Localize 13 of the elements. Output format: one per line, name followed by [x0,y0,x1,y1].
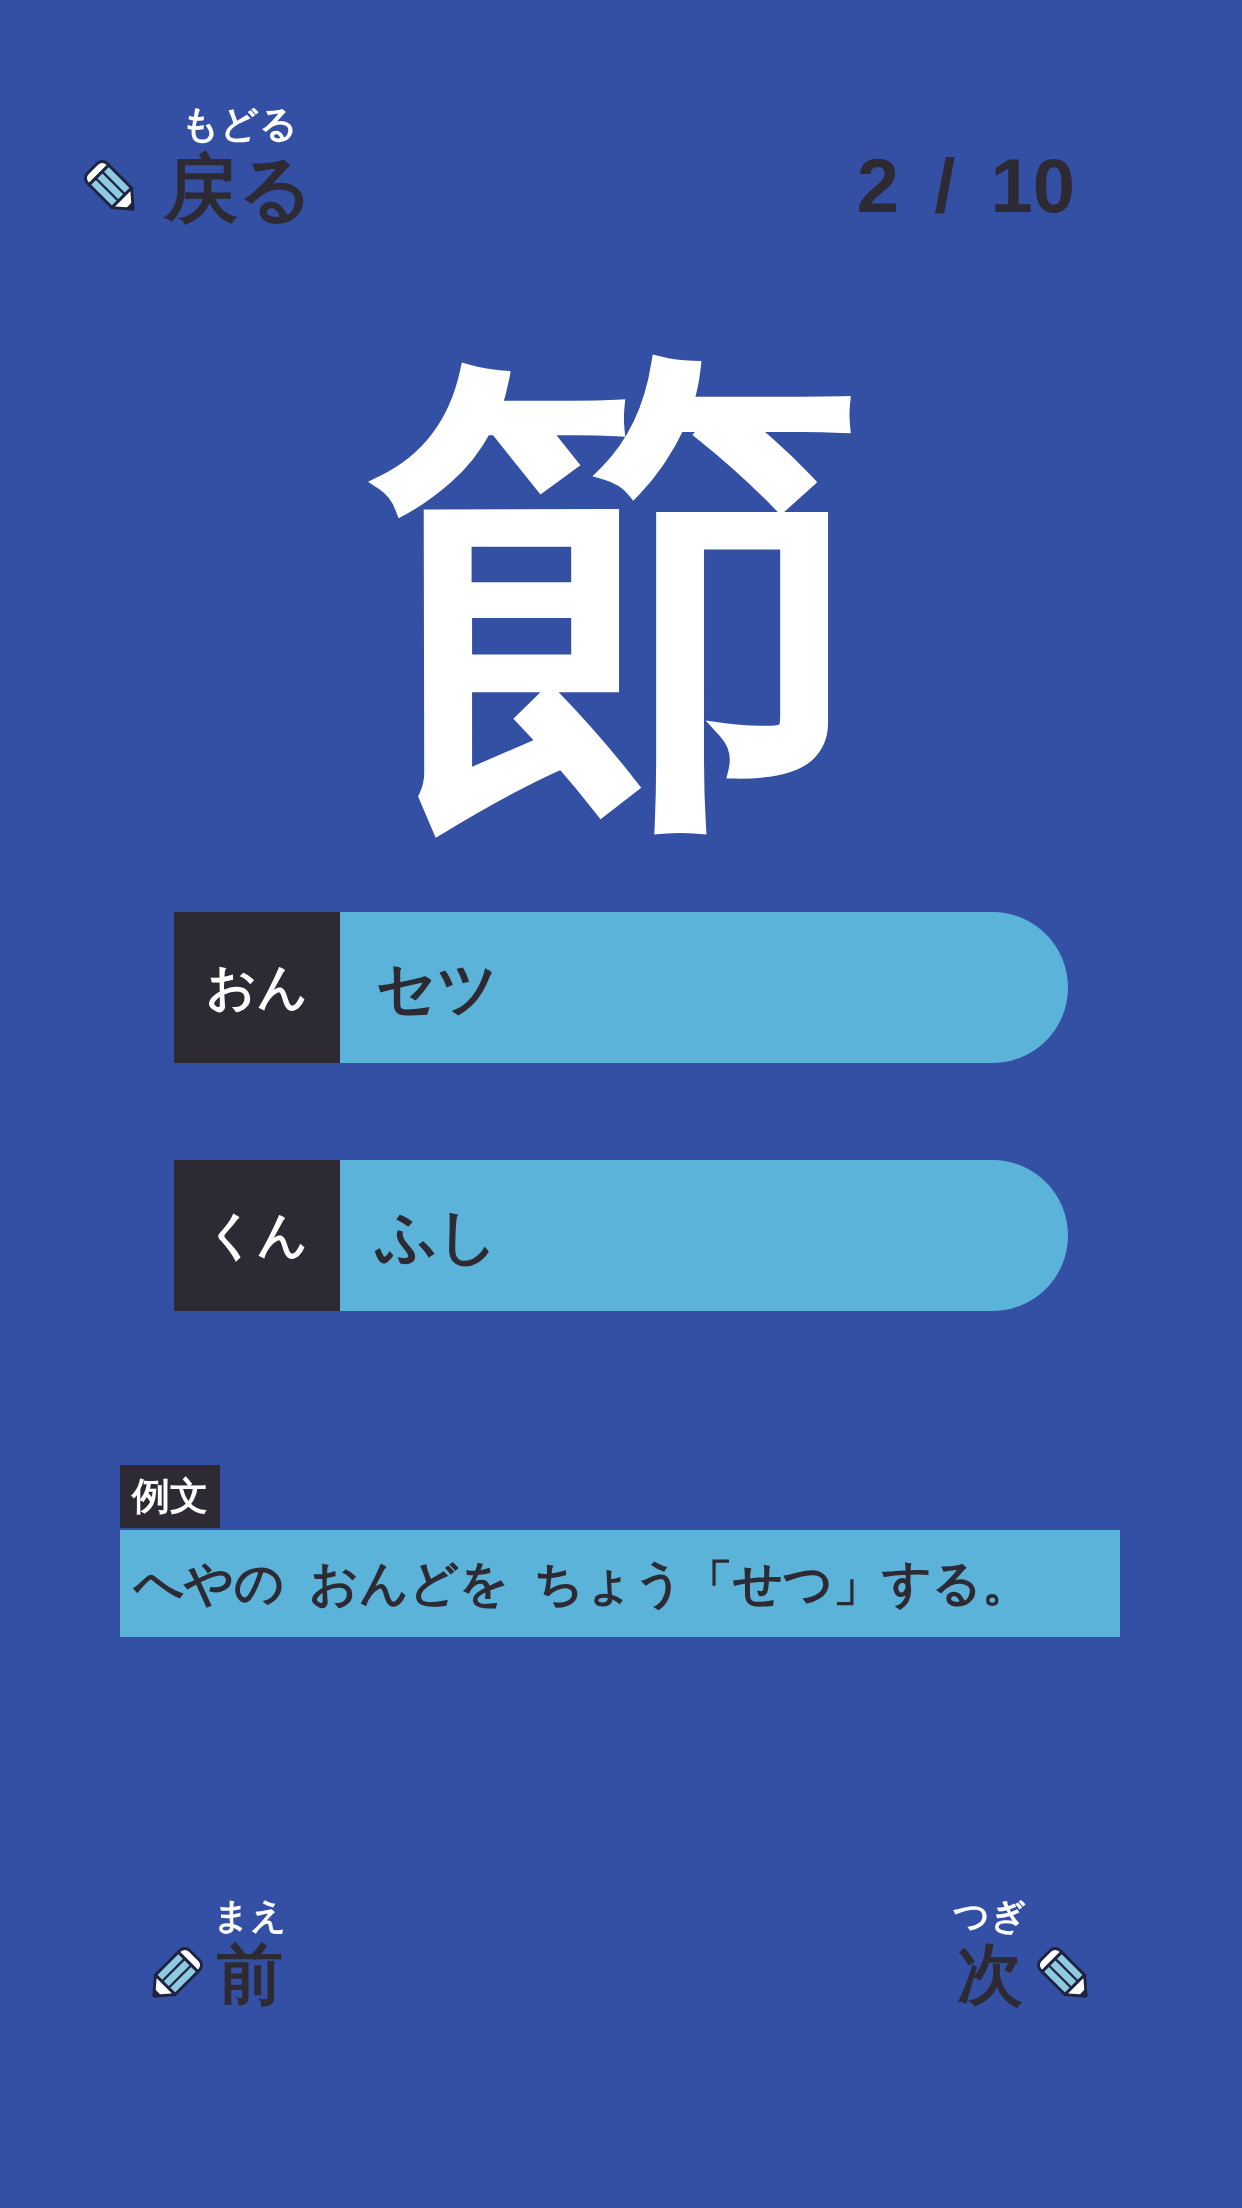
next-button[interactable]: つぎ 次 [953,1895,1095,2013]
reading-type-label: おん [174,912,340,1063]
page-counter: 2 / 10 [856,148,1075,224]
previous-button[interactable]: まえ 前 [145,1895,287,2013]
example-sentence: へやの おんどを ちょう「せつ」する。 [120,1530,1120,1637]
back-button[interactable]: もどる 戻る [82,102,314,230]
reading-type-label: くん [174,1160,340,1311]
furigana-text: つぎ [953,1895,1027,1937]
reading-text: セツ [376,957,498,1018]
reading-text: ふし [376,1205,498,1266]
furigana-text: もどる [180,102,298,146]
furigana-text: まえ [213,1895,287,1937]
example-label: 例文 [120,1465,220,1528]
